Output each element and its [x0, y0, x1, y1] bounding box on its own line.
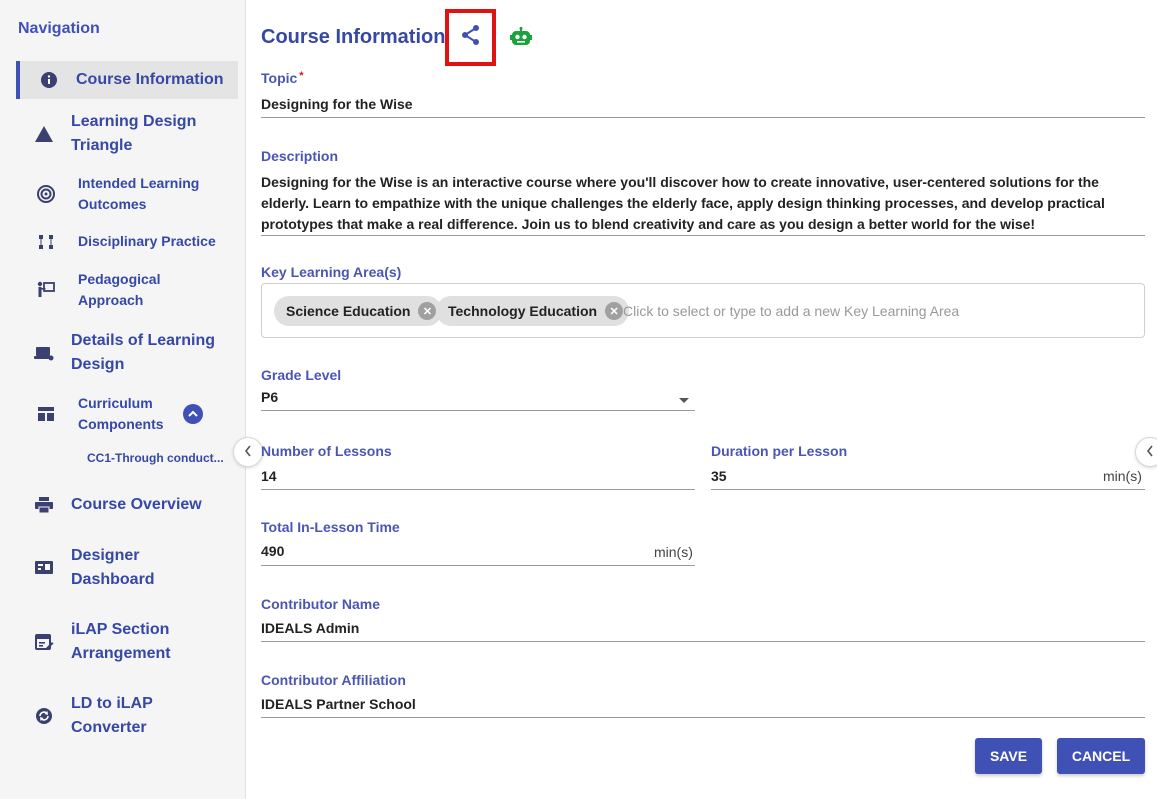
kla-label: Key Learning Area(s)	[261, 264, 402, 280]
presentation-icon	[35, 280, 57, 300]
sidebar-item-label: Course Information	[76, 71, 224, 88]
total-time-underline	[261, 565, 695, 566]
total-time-unit: min(s)	[654, 544, 693, 560]
sidebar-item-curriculum-components[interactable]: Curriculum Components	[35, 393, 235, 435]
dashboard-icon	[35, 405, 57, 423]
chevron-down-icon[interactable]	[679, 398, 689, 403]
required-mark: *	[299, 70, 304, 82]
contributor-affiliation-underline	[261, 717, 1145, 718]
sidebar-item-label: Curriculum Components	[78, 395, 164, 432]
lessons-input[interactable]: 14	[261, 468, 277, 484]
duration-input[interactable]: 35	[711, 468, 727, 484]
grade-level-label: Grade Level	[261, 367, 342, 383]
printer-icon	[33, 496, 55, 514]
topic-input[interactable]: Designing for the Wise	[261, 96, 413, 112]
close-icon[interactable]: ✕	[418, 302, 437, 320]
sidebar-item-label: iLAP Section Arrangement	[71, 621, 171, 662]
sidebar-item-label: Designer Dashboard	[71, 547, 155, 588]
contributor-name-label: Contributor Name	[261, 596, 380, 612]
sidebar-item-learning-design-triangle[interactable]: Learning Design Triangle	[33, 110, 233, 158]
kla-chip[interactable]: Technology Education ✕	[436, 296, 630, 326]
description-label: Description	[261, 148, 339, 164]
grade-level-select[interactable]: P6	[261, 389, 278, 405]
contributor-name-input[interactable]: IDEALS Admin	[261, 620, 359, 636]
sidebar-item-label: Intended Learning Outcomes	[78, 175, 200, 212]
grade-level-underline	[261, 410, 695, 411]
description-underline	[261, 235, 1145, 236]
contributor-affiliation-label: Contributor Affiliation	[261, 672, 406, 688]
sidebar-item-course-information[interactable]: Course Information	[16, 61, 238, 99]
description-input[interactable]: Designing for the Wise is an interactive…	[261, 172, 1141, 235]
laptop-icon	[33, 344, 55, 362]
board-icon	[33, 559, 55, 577]
convert-icon	[33, 707, 55, 725]
calendar-edit-icon	[33, 632, 55, 652]
expand-panel-button[interactable]	[1135, 437, 1157, 467]
sidebar-item-label: LD to iLAP Converter	[71, 695, 153, 736]
sidebar-item-label: Learning Design Triangle	[71, 113, 197, 154]
sidebar-item-intended-learning-outcomes[interactable]: Intended Learning Outcomes	[35, 173, 235, 215]
lessons-underline	[261, 489, 695, 490]
robot-icon[interactable]	[510, 27, 532, 52]
topic-label-text: Topic	[261, 70, 298, 86]
chip-label: Science Education	[286, 303, 411, 319]
chip-label: Technology Education	[448, 303, 598, 319]
sidebar-item-label: Disciplinary Practice	[78, 233, 216, 249]
contributor-name-underline	[261, 641, 1145, 642]
close-icon[interactable]: ✕	[605, 302, 624, 320]
sidebar-item-cc1[interactable]: CC1-Through conduct...	[87, 451, 224, 465]
topic-label: Topic *	[261, 70, 304, 86]
cancel-button[interactable]: CANCEL	[1057, 738, 1145, 774]
chevron-left-icon	[244, 444, 252, 460]
target-icon	[35, 184, 57, 204]
duration-underline	[711, 489, 1145, 490]
total-time-label: Total In-Lesson Time	[261, 519, 400, 535]
sidebar-item-disciplinary-practice[interactable]: Disciplinary Practice	[35, 231, 235, 252]
sidebar-item-ilap-section-arrangement[interactable]: iLAP Section Arrangement	[33, 618, 233, 666]
navigation-sidebar: Navigation Course Information Learning D…	[0, 0, 246, 799]
sidebar-item-label: Pedagogical Approach	[78, 271, 161, 308]
info-icon	[38, 71, 60, 89]
contributor-affiliation-input[interactable]: IDEALS Partner School	[261, 696, 416, 712]
sidebar-item-course-overview[interactable]: Course Overview	[33, 493, 233, 517]
kla-input-placeholder[interactable]: Click to select or type to add a new Key…	[623, 303, 959, 319]
save-button[interactable]: SAVE	[975, 738, 1042, 774]
page-title: Course Information	[261, 26, 446, 48]
triangle-icon	[33, 125, 55, 143]
duration-unit: min(s)	[1103, 468, 1142, 484]
sidebar-item-label: Details of Learning Design	[71, 332, 216, 373]
sidebar-item-details-of-learning-design[interactable]: Details of Learning Design	[33, 329, 233, 377]
navigation-title: Navigation	[18, 20, 100, 37]
chevron-up-icon[interactable]	[183, 404, 203, 424]
chevron-left-icon	[1146, 444, 1154, 460]
flow-icon	[35, 233, 57, 251]
sidebar-item-designer-dashboard[interactable]: Designer Dashboard	[33, 544, 233, 592]
kla-select[interactable]: Science Education ✕ Technology Education…	[261, 283, 1145, 338]
collapse-sidebar-button[interactable]	[233, 437, 263, 467]
duration-label: Duration per Lesson	[711, 443, 848, 459]
kla-chip[interactable]: Science Education ✕	[274, 296, 443, 326]
share-icon	[460, 24, 482, 51]
total-time-value: 490	[261, 543, 285, 559]
sidebar-item-pedagogical-approach[interactable]: Pedagogical Approach	[35, 269, 235, 311]
topic-underline	[261, 117, 1145, 118]
share-button[interactable]	[445, 9, 496, 66]
lessons-label: Number of Lessons	[261, 443, 392, 459]
sidebar-item-ld-to-ilap-converter[interactable]: LD to iLAP Converter	[33, 692, 233, 740]
sidebar-item-label: Course Overview	[71, 496, 202, 513]
